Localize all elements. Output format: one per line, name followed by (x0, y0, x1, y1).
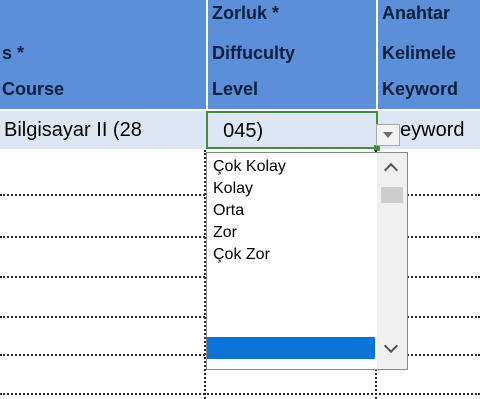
dropdown-option[interactable]: Zor (213, 223, 237, 243)
header-separator (206, 0, 208, 109)
difficulty-cell-active[interactable]: 0045) (206, 111, 378, 149)
header-difficulty[interactable]: Zorluk * Diffuculty Level (212, 0, 376, 109)
chevron-down-icon[interactable] (378, 341, 404, 359)
header-difficulty-line0: Zorluk * (212, 3, 280, 23)
dropdown-selected-row[interactable] (207, 337, 375, 359)
header-difficulty-line1: Diffuculty (212, 43, 295, 63)
header-course[interactable]: s * Course (2, 0, 206, 109)
header-course-line1: s * (2, 43, 25, 63)
dropdown-option[interactable]: Kolay (213, 179, 253, 199)
row-gridline (0, 393, 480, 395)
header-separator (376, 0, 378, 109)
dropdown-option[interactable]: Orta (213, 201, 244, 221)
difficulty-cell-text: 0045) (212, 113, 263, 147)
chevron-down-icon (383, 132, 393, 138)
header-keyword-line2: Keyword (382, 79, 459, 99)
scrollbar-thumb[interactable] (381, 187, 403, 203)
dropdown-option[interactable]: Çok Kolay (213, 157, 286, 177)
difficulty-dropdown-list[interactable]: Çok Kolay Kolay Orta Zor Çok Zor (206, 152, 408, 370)
header-keyword-line0: Anahtar (382, 3, 451, 23)
dropdown-toggle-button[interactable] (376, 124, 400, 146)
difficulty-cell-hidden: 0 (212, 120, 223, 142)
header-keyword-line1: Kelimele (382, 43, 457, 63)
difficulty-cell-value: 045) (223, 120, 264, 142)
course-cell[interactable]: Bilgisayar II (28 (0, 111, 206, 149)
header-keyword[interactable]: Anahtar Kelimele Keyword (382, 0, 480, 109)
keyword-cell[interactable]: eyword (400, 111, 480, 149)
header-course-line2: Course (2, 79, 65, 99)
dropdown-option[interactable]: Çok Zor (213, 245, 270, 265)
header-difficulty-line2: Level (212, 79, 259, 99)
chevron-up-icon[interactable] (378, 159, 404, 177)
dropdown-scrollbar[interactable] (377, 153, 407, 369)
